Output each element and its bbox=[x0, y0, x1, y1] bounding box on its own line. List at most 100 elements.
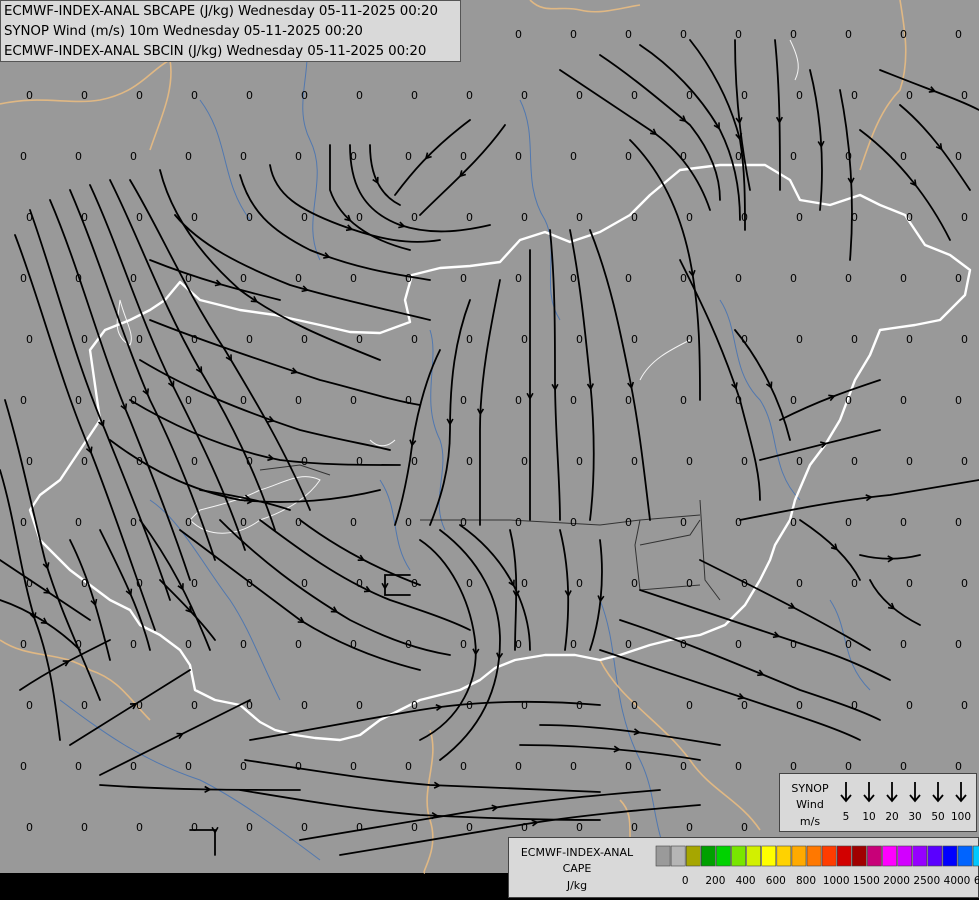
cape-value: 0 bbox=[680, 28, 687, 41]
wind-arrow-icon bbox=[863, 782, 875, 803]
cape-value: 0 bbox=[631, 89, 638, 102]
wind-speed-30: 30 bbox=[908, 811, 922, 823]
cape-value: 0 bbox=[246, 699, 253, 712]
cape-value: 0 bbox=[411, 455, 418, 468]
cape-value: 0 bbox=[411, 89, 418, 102]
cape-tick-label: 2500 bbox=[913, 875, 941, 887]
cape-value: 0 bbox=[906, 211, 913, 224]
cape-value: 0 bbox=[790, 272, 797, 285]
cape-value: 0 bbox=[790, 394, 797, 407]
cape-value: 0 bbox=[631, 699, 638, 712]
cape-value: 0 bbox=[735, 28, 742, 41]
cape-value: 0 bbox=[466, 821, 473, 834]
cape-value: 0 bbox=[75, 272, 82, 285]
cape-value: 0 bbox=[961, 333, 968, 346]
cape-value: 0 bbox=[130, 760, 137, 773]
title-wind: SYNOP Wind (m/s) 10m Wednesday 05-11-202… bbox=[4, 24, 363, 39]
cape-value: 0 bbox=[900, 150, 907, 163]
cape-value: 0 bbox=[570, 638, 577, 651]
cape-value: 0 bbox=[466, 333, 473, 346]
cape-value: 0 bbox=[295, 150, 302, 163]
wind-speed-100: 100 bbox=[950, 811, 972, 823]
cape-value: 0 bbox=[240, 272, 247, 285]
cape-value: 0 bbox=[570, 28, 577, 41]
cape-value: 0 bbox=[301, 89, 308, 102]
wind-legend-arrows bbox=[840, 782, 967, 803]
cape-value: 0 bbox=[356, 699, 363, 712]
cape-value: 0 bbox=[900, 516, 907, 529]
cape-value: 0 bbox=[405, 516, 412, 529]
cape-color-swatch bbox=[957, 845, 973, 867]
cape-value: 0 bbox=[796, 211, 803, 224]
cape-value: 0 bbox=[405, 150, 412, 163]
cape-value: 0 bbox=[191, 455, 198, 468]
cape-value: 0 bbox=[246, 455, 253, 468]
cape-color-swatch bbox=[897, 845, 913, 867]
cape-value: 0 bbox=[20, 760, 27, 773]
cape-value: 0 bbox=[136, 821, 143, 834]
synop-wind-cape-map: 0 0 0 0 0 0 0 0 0 0 0 0 0 0 0 0 0 0 0 0 0 0 0 0 0 0 0 0 0 0 0 0 0 0 0 0 0 0 0 0… bbox=[0, 0, 979, 900]
cape-color-swatch bbox=[655, 845, 671, 867]
cape-value: 0 bbox=[955, 150, 962, 163]
cape-value: 0 bbox=[26, 333, 33, 346]
cape-value: 0 bbox=[191, 821, 198, 834]
cape-color-swatch bbox=[746, 845, 762, 867]
cape-value: 0 bbox=[26, 699, 33, 712]
cape-value: 0 bbox=[570, 272, 577, 285]
cape-value: 0 bbox=[845, 150, 852, 163]
cape-value: 0 bbox=[515, 516, 522, 529]
cape-value: 0 bbox=[845, 638, 852, 651]
cape-value: 0 bbox=[246, 577, 253, 590]
cape-value: 0 bbox=[625, 272, 632, 285]
cape-value: 0 bbox=[906, 455, 913, 468]
cape-value: 0 bbox=[796, 89, 803, 102]
cape-value: 0 bbox=[20, 150, 27, 163]
cape-value: 0 bbox=[851, 455, 858, 468]
cape-value: 0 bbox=[191, 89, 198, 102]
cape-value: 0 bbox=[906, 89, 913, 102]
cape-value: 0 bbox=[631, 455, 638, 468]
cape-value: 0 bbox=[295, 516, 302, 529]
cape-tick-label: 400 bbox=[735, 875, 756, 887]
cape-value: 0 bbox=[301, 821, 308, 834]
cape-value: 0 bbox=[240, 516, 247, 529]
cape-value: 0 bbox=[680, 760, 687, 773]
cape-value: 0 bbox=[955, 394, 962, 407]
cape-value: 0 bbox=[955, 28, 962, 41]
cape-value: 0 bbox=[136, 699, 143, 712]
cape-value: 0 bbox=[631, 821, 638, 834]
cape-value: 0 bbox=[570, 150, 577, 163]
cape-value: 0 bbox=[576, 89, 583, 102]
cape-value: 0 bbox=[405, 638, 412, 651]
cape-value: 0 bbox=[735, 638, 742, 651]
cape-value: 0 bbox=[735, 516, 742, 529]
cape-value: 0 bbox=[790, 28, 797, 41]
cape-color-swatch bbox=[670, 845, 686, 867]
cape-tick-label: 4000 bbox=[943, 875, 971, 887]
cape-value: 0 bbox=[741, 89, 748, 102]
cape-value: 0 bbox=[741, 821, 748, 834]
cape-value: 0 bbox=[631, 577, 638, 590]
cape-value: 0 bbox=[136, 211, 143, 224]
cape-value: 0 bbox=[625, 394, 632, 407]
cape-value: 0 bbox=[521, 577, 528, 590]
cape-value: 0 bbox=[301, 455, 308, 468]
cape-value: 0 bbox=[576, 699, 583, 712]
map-title-box: ECMWF-INDEX-ANAL SBCAPE (J/kg) Wednesday… bbox=[0, 0, 461, 62]
cape-value: 0 bbox=[411, 821, 418, 834]
cape-color-swatch bbox=[882, 845, 897, 867]
cape-value: 0 bbox=[81, 333, 88, 346]
cape-value: 0 bbox=[686, 211, 693, 224]
cape-value: 0 bbox=[515, 150, 522, 163]
cape-value: 0 bbox=[845, 516, 852, 529]
cape-value: 0 bbox=[570, 760, 577, 773]
cape-tick-label: 0 bbox=[681, 875, 689, 887]
cape-value: 0 bbox=[246, 821, 253, 834]
cape-value: 0 bbox=[851, 699, 858, 712]
cape-value: 0 bbox=[906, 699, 913, 712]
cape-tick-label: 200 bbox=[705, 875, 726, 887]
cape-tick-label: 800 bbox=[795, 875, 817, 887]
cape-value: 0 bbox=[955, 516, 962, 529]
cape-color-swatch bbox=[851, 845, 867, 867]
cape-value: 0 bbox=[851, 577, 858, 590]
